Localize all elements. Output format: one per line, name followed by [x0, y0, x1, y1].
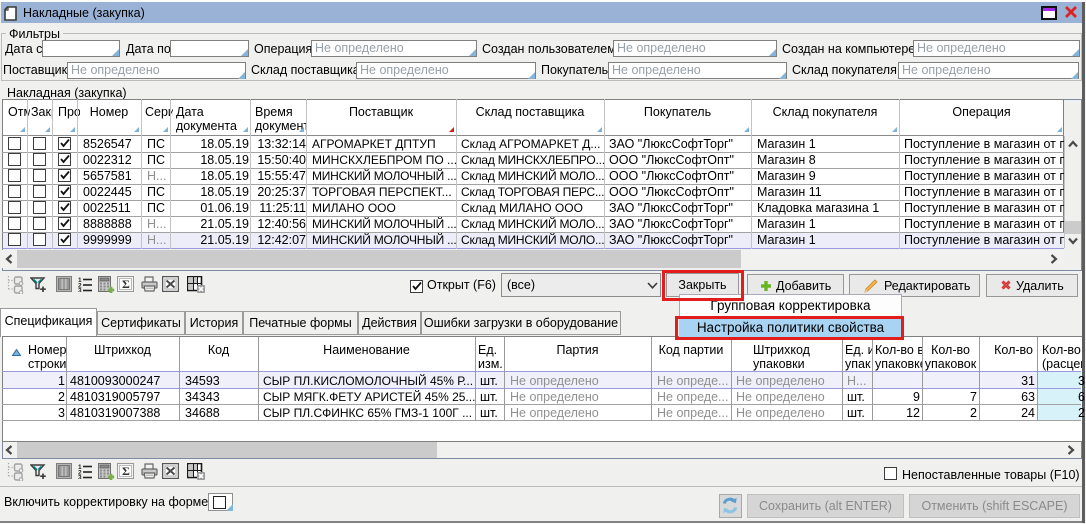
svg-text:Σ: Σ — [122, 464, 130, 478]
svg-text:Σ: Σ — [122, 277, 130, 291]
svg-text:3: 3 — [78, 288, 82, 293]
svg-text:3: 3 — [78, 475, 82, 480]
